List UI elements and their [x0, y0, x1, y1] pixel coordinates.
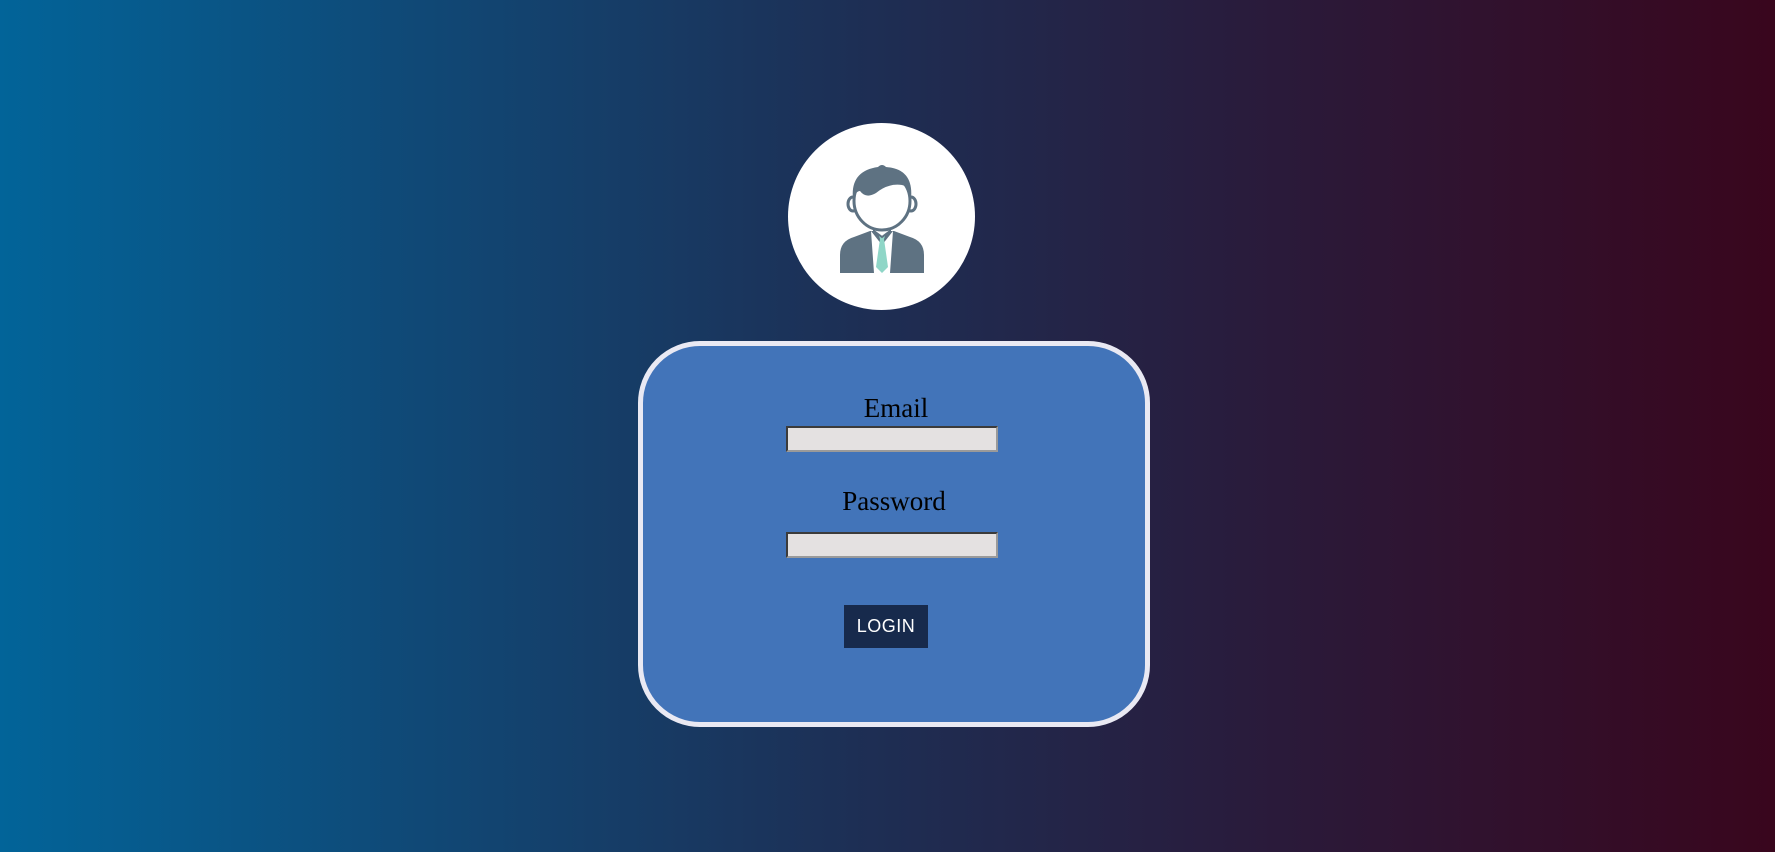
password-field[interactable]	[786, 532, 998, 558]
email-label: Email	[863, 393, 929, 423]
avatar	[788, 123, 975, 310]
password-label: Password	[842, 486, 946, 516]
user-avatar-icon	[840, 165, 924, 273]
login-card: Email Password LOGIN	[638, 341, 1150, 727]
email-field[interactable]	[786, 426, 998, 452]
login-button[interactable]: LOGIN	[844, 605, 928, 648]
